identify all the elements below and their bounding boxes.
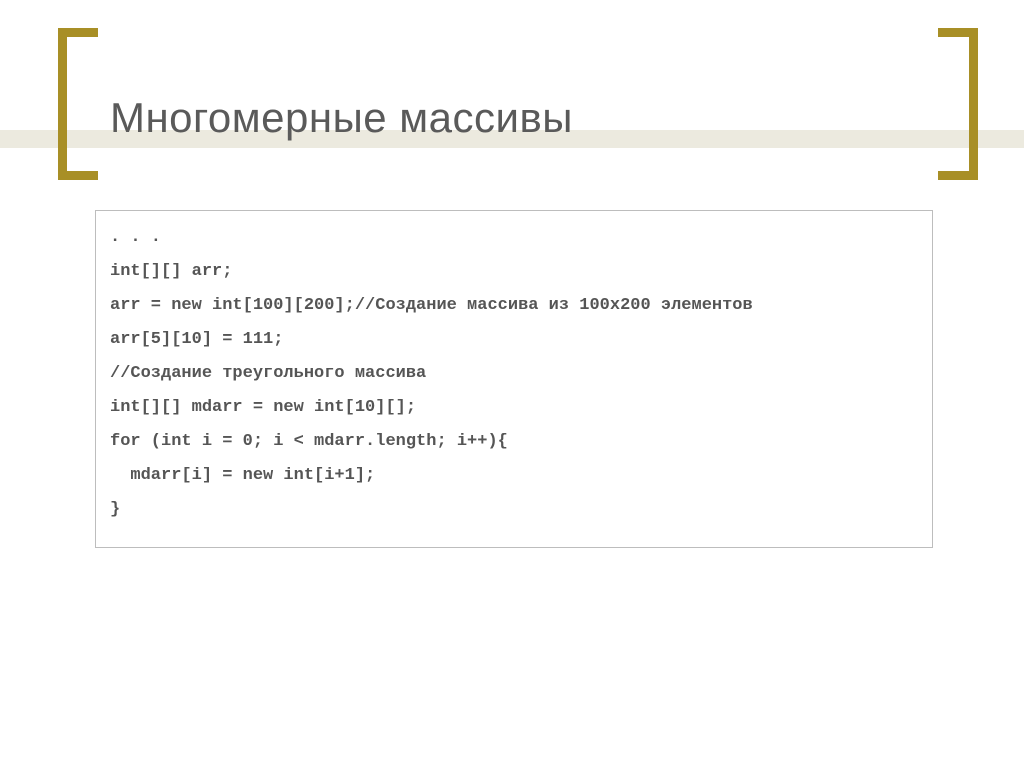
right-bracket-icon [930,28,978,180]
code-line: int[][] arr; [110,255,918,289]
code-box: . . . int[][] arr; arr = new int[100][20… [95,210,933,548]
code-line: arr = new int[100][200];//Создание масси… [110,289,918,323]
code-line: //Создание треугольного массива [110,357,918,391]
code-line: arr[5][10] = 111; [110,323,918,357]
code-line: } [110,493,918,527]
slide: Многомерные массивы . . . int[][] arr; a… [0,0,1024,768]
code-line: for (int i = 0; i < mdarr.length; i++){ [110,425,918,459]
slide-title: Многомерные массивы [110,94,573,142]
left-bracket-icon [58,28,106,180]
code-line: mdarr[i] = new int[i+1]; [110,459,918,493]
code-line: int[][] mdarr = new int[10][]; [110,391,918,425]
code-line: . . . [110,221,918,255]
